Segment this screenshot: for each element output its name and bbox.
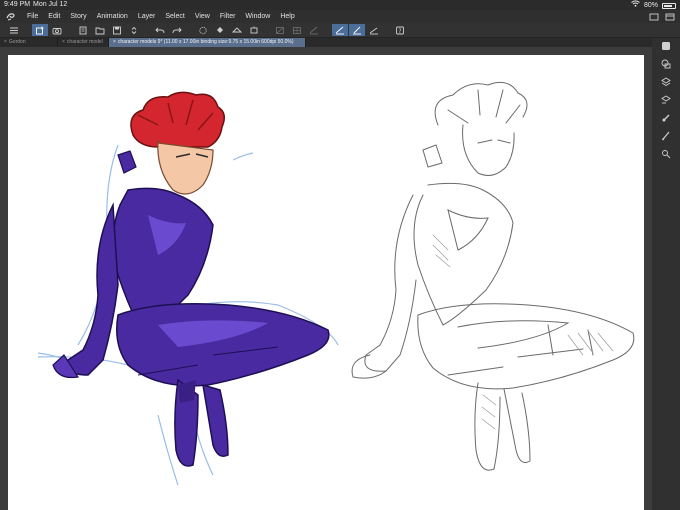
menu-file[interactable]: File — [22, 13, 43, 20]
ios-status-bar: 9:49 PM Mon Jul 12 80% — [0, 0, 680, 10]
close-tab-icon[interactable]: × — [113, 39, 116, 45]
menu-animation[interactable]: Animation — [92, 13, 133, 20]
camera-icon[interactable] — [49, 24, 65, 36]
close-tab-icon[interactable]: × — [4, 39, 7, 45]
pencil-sketch — [351, 81, 635, 471]
window-controls — [649, 13, 680, 21]
fullscreen-icon[interactable] — [649, 13, 659, 21]
ruler-icon[interactable] — [332, 24, 348, 36]
open-file-icon[interactable] — [75, 24, 91, 36]
menu-filter[interactable]: Filter — [215, 13, 241, 20]
collapse-icon[interactable] — [659, 40, 673, 52]
status-date: Mon Jul 12 — [33, 1, 68, 8]
menu-help[interactable]: Help — [275, 13, 299, 20]
artwork — [37, 81, 635, 486]
snap-off-icon[interactable] — [272, 24, 288, 36]
menu-view[interactable]: View — [190, 13, 215, 20]
folder-icon[interactable] — [92, 24, 108, 36]
close-tab-icon[interactable]: × — [62, 39, 65, 45]
colored-figure — [37, 91, 339, 486]
battery-level — [664, 4, 672, 7]
undo-icon[interactable] — [152, 24, 168, 36]
battery-percent: 80% — [643, 1, 658, 9]
transform-icon[interactable] — [229, 24, 245, 36]
color-mixer-icon[interactable] — [659, 112, 673, 124]
window-options-icon[interactable] — [665, 13, 675, 21]
menu-bar: File Edit Story Animation Layer Select V… — [0, 10, 680, 23]
menu-edit[interactable]: Edit — [43, 13, 65, 20]
crop-icon[interactable] — [246, 24, 262, 36]
battery-icon — [662, 2, 676, 9]
tab-label: character model — [66, 39, 103, 45]
sub-tool-icon[interactable] — [659, 148, 673, 160]
menu-story[interactable]: Story — [65, 13, 91, 20]
perspective-icon[interactable] — [366, 24, 382, 36]
snap-ruler-icon[interactable] — [306, 24, 322, 36]
help-icon[interactable]: ? — [392, 24, 408, 36]
tab-character-model[interactable]: × character model — [58, 38, 109, 47]
navigator-icon[interactable] — [659, 94, 673, 106]
brush-icon[interactable] — [659, 130, 673, 142]
layers-icon[interactable] — [659, 76, 673, 88]
layer-properties-icon[interactable] — [659, 58, 673, 70]
fill-icon[interactable] — [212, 24, 228, 36]
right-palette-bar — [652, 38, 680, 510]
drawing-canvas[interactable] — [8, 55, 644, 510]
status-time: 9:49 PM — [4, 1, 31, 8]
svg-text:?: ? — [398, 28, 401, 35]
save-icon[interactable] — [109, 24, 125, 36]
tab-character-models-9[interactable]: × character models 9* (11.00 x 17.00in bi… — [109, 38, 306, 47]
tab-gordon[interactable]: × Gordon — [0, 38, 58, 47]
document-tabs: × Gordon × character model × character mode… — [0, 38, 652, 47]
snap-grid-icon[interactable] — [289, 24, 305, 36]
canvas-workspace[interactable] — [0, 47, 652, 510]
new-canvas-icon[interactable] — [32, 24, 48, 36]
command-bar: ? — [0, 23, 680, 38]
hamburger-icon[interactable] — [6, 24, 22, 36]
tab-label: Gordon — [8, 39, 26, 45]
select-icon[interactable] — [195, 24, 211, 36]
menu-window[interactable]: Window — [240, 13, 275, 20]
ruler-edit-icon[interactable] — [349, 24, 365, 36]
redo-icon[interactable] — [169, 24, 185, 36]
menu-select[interactable]: Select — [160, 13, 189, 20]
app-logo-icon[interactable] — [0, 12, 22, 21]
stepper-icon[interactable] — [126, 24, 142, 36]
menu-layer[interactable]: Layer — [133, 13, 161, 20]
tab-label: character models 9* (11.00 x 17.00in bin… — [117, 39, 294, 45]
app-window: 9:49 PM Mon Jul 12 80% File Edit Story A… — [0, 0, 680, 510]
